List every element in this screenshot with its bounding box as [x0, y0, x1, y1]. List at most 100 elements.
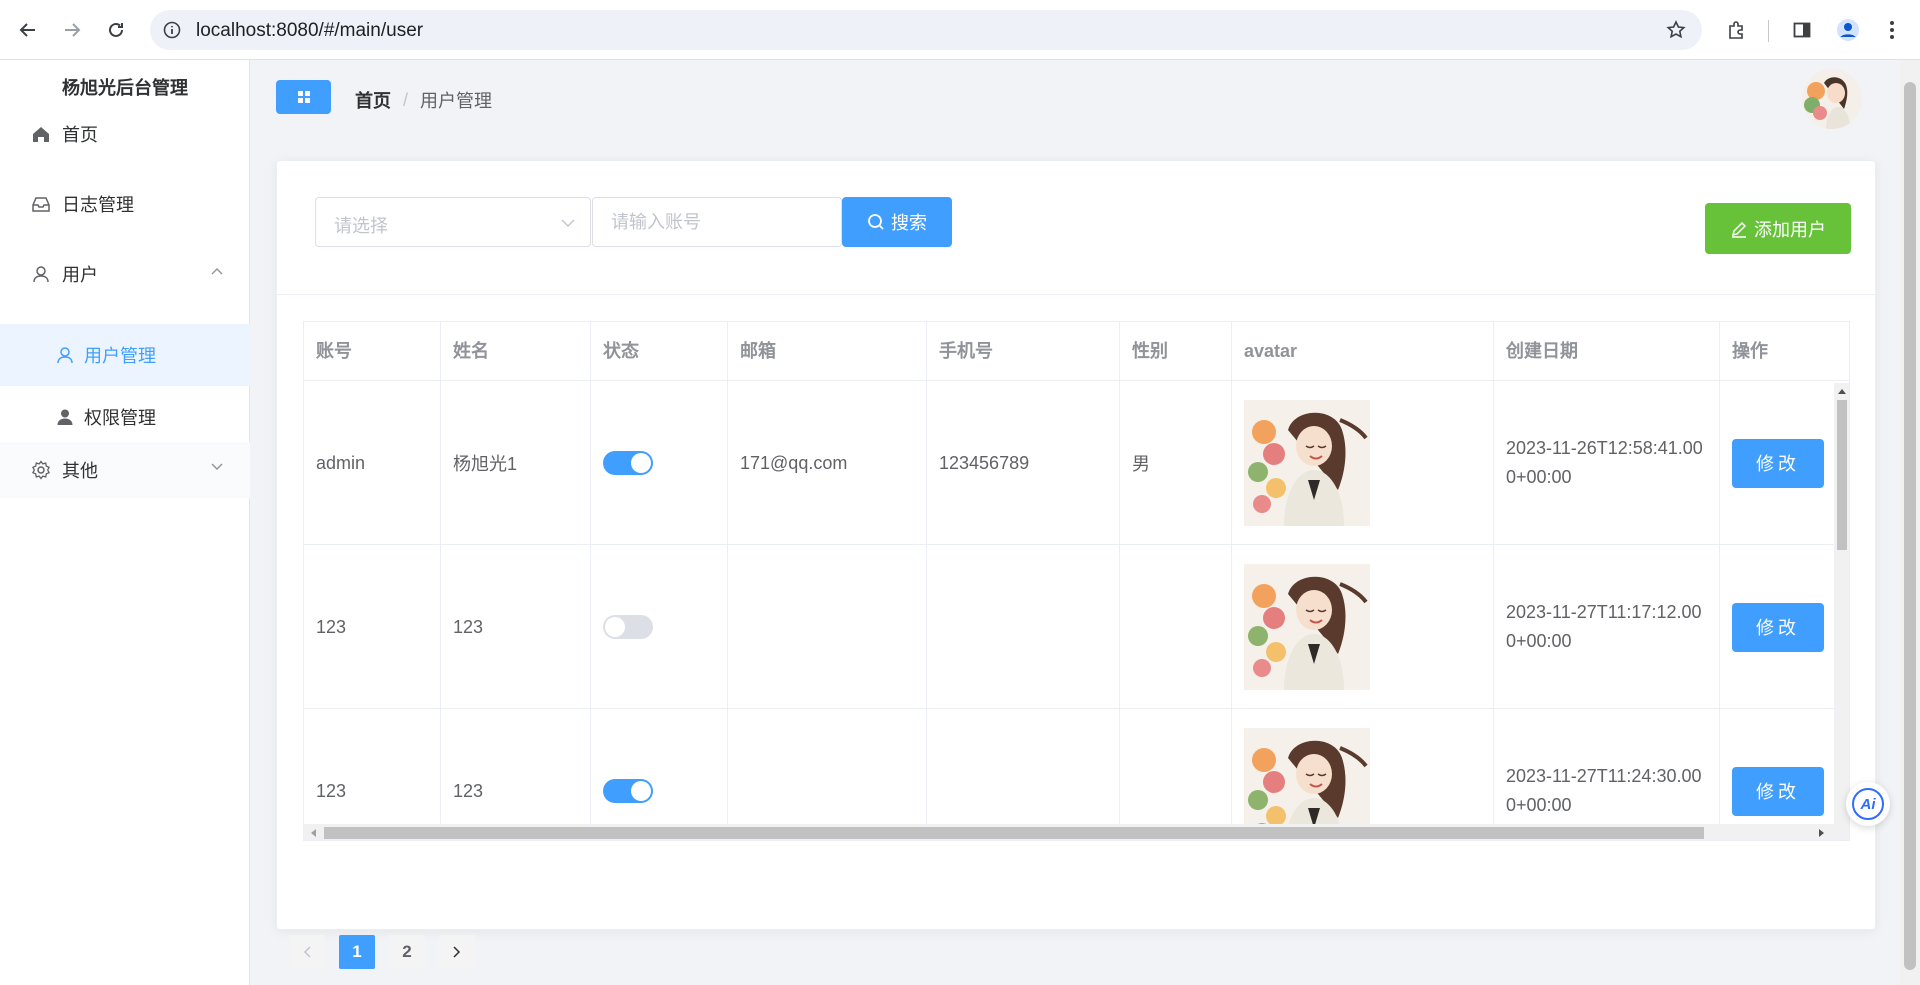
user-icon — [30, 263, 52, 285]
column-header-actions[interactable]: 操作 — [1720, 322, 1849, 381]
status-toggle[interactable] — [603, 779, 653, 803]
page-number-button[interactable]: 2 — [389, 935, 425, 969]
scrollbar-thumb[interactable] — [324, 827, 1704, 839]
column-header-avatar[interactable]: avatar — [1232, 322, 1494, 381]
cell-created: 2023-11-27T11:17:12.000+00:00 — [1494, 545, 1720, 709]
breadcrumb-home[interactable]: 首页 — [355, 87, 391, 113]
gear-icon — [30, 459, 52, 481]
sidebar-item-permissions[interactable]: 权限管理 — [0, 386, 250, 448]
edit-button[interactable]: 修改 — [1732, 438, 1824, 488]
prev-page-button[interactable] — [289, 935, 325, 969]
table-horizontal-scrollbar[interactable] — [304, 824, 1849, 840]
column-header-phone[interactable]: 手机号 — [927, 322, 1120, 381]
profile-icon[interactable] — [1832, 14, 1864, 46]
breadcrumb: 首页 / 用户管理 — [355, 87, 492, 113]
url-text[interactable]: localhost:8080/#/main/user — [196, 20, 423, 42]
ai-assistant-button[interactable]: Ai — [1846, 782, 1890, 826]
user-filled-icon — [54, 406, 76, 428]
add-user-button[interactable]: 添加用户 — [1705, 203, 1851, 254]
next-page-button[interactable] — [439, 935, 475, 969]
cell-status — [591, 381, 728, 545]
user-table: 账号 姓名 状态 邮箱 手机号 性别 avatar 创建日期 操作 admin … — [303, 321, 1850, 841]
sidebar-item-home[interactable]: 首页 — [0, 106, 250, 162]
cell-avatar — [1232, 709, 1494, 840]
filter-select[interactable]: 请选择 — [315, 197, 591, 247]
sidebar-item-label: 首页 — [62, 125, 98, 145]
sidebar-item-logs[interactable]: 日志管理 — [0, 176, 250, 232]
table-vertical-scrollbar[interactable] — [1834, 383, 1849, 840]
sidebar-item-other[interactable]: 其他 — [0, 442, 250, 498]
bookmark-star-icon[interactable] — [1664, 18, 1688, 42]
address-bar[interactable]: localhost:8080/#/main/user — [150, 10, 1702, 50]
cell-status — [591, 545, 728, 709]
sidebar-item-user-management[interactable]: 用户管理 — [0, 324, 250, 386]
back-button[interactable] — [10, 12, 46, 48]
cell-account: 123 — [304, 545, 441, 709]
table-row: 123 123 — [304, 709, 1849, 840]
cell-phone: 123456789 — [927, 381, 1120, 545]
column-header-status[interactable]: 状态 — [591, 322, 728, 381]
back-arrow-icon — [19, 23, 35, 37]
sidebar-item-label: 其他 — [62, 461, 98, 481]
column-header-gender[interactable]: 性别 — [1120, 322, 1232, 381]
side-panel-icon[interactable] — [1786, 14, 1818, 46]
cell-name: 123 — [441, 709, 591, 840]
edit-button[interactable]: 修改 — [1732, 766, 1824, 816]
toggle-knob — [631, 453, 651, 473]
cell-phone — [927, 545, 1120, 709]
table-header: 账号 姓名 状态 邮箱 手机号 性别 avatar 创建日期 操作 — [304, 322, 1849, 381]
add-user-button-label: 添加用户 — [1754, 219, 1826, 240]
status-toggle[interactable] — [603, 451, 653, 475]
chevron-left-icon — [303, 946, 311, 958]
cell-created: 2023-11-26T12:58:41.000+00:00 — [1494, 381, 1720, 545]
scroll-right-arrow-icon[interactable] — [1816, 828, 1826, 838]
page-scrollbar-thumb[interactable] — [1904, 82, 1916, 970]
user-table-card: 请选择 搜索 添加用户 账号 姓名 状态 邮箱 手机号 性别 avatar 创建… — [276, 160, 1876, 930]
scroll-up-arrow-icon[interactable] — [1837, 386, 1847, 396]
toggle-knob — [605, 617, 625, 637]
extensions-icon[interactable] — [1720, 14, 1752, 46]
search-button-label: 搜索 — [891, 213, 927, 233]
toggle-knob — [631, 781, 651, 801]
cell-gender — [1120, 709, 1232, 840]
reload-button[interactable] — [98, 12, 134, 48]
scroll-left-arrow-icon[interactable] — [308, 828, 318, 838]
table-row: 123 123 — [304, 545, 1849, 709]
sidebar: 杨旭光后台管理 首页 日志管理 用户 用户管理 权限管理 其他 — [0, 60, 250, 985]
chevron-down-icon — [210, 460, 224, 474]
cell-actions: 修改 — [1720, 709, 1849, 840]
column-header-email[interactable]: 邮箱 — [728, 322, 927, 381]
cell-account: admin — [304, 381, 441, 545]
search-button[interactable]: 搜索 — [842, 197, 952, 247]
page-number-button[interactable]: 1 — [339, 935, 375, 969]
cell-gender: 男 — [1120, 381, 1232, 545]
site-info-icon[interactable] — [160, 18, 184, 42]
avatar-image — [1244, 400, 1370, 526]
browser-toolbar: localhost:8080/#/main/user — [0, 0, 1920, 60]
account-search-input[interactable] — [592, 197, 842, 247]
page-vertical-scrollbar[interactable] — [1900, 60, 1920, 985]
cell-email — [728, 709, 927, 840]
select-placeholder: 请选择 — [334, 216, 388, 236]
pagination: 1 2 — [289, 935, 489, 969]
grid-icon — [297, 91, 310, 103]
column-header-created[interactable]: 创建日期 — [1494, 322, 1720, 381]
column-header-account[interactable]: 账号 — [304, 322, 441, 381]
collapse-menu-button[interactable] — [276, 80, 331, 114]
cell-created: 2023-11-27T11:24:30.000+00:00 — [1494, 709, 1720, 840]
cell-status — [591, 709, 728, 840]
ai-badge-label: Ai — [1852, 788, 1884, 820]
status-toggle[interactable] — [603, 615, 653, 639]
search-icon — [867, 213, 885, 231]
edit-button[interactable]: 修改 — [1732, 602, 1824, 652]
column-header-name[interactable]: 姓名 — [441, 322, 591, 381]
browser-menu-icon[interactable] — [1876, 14, 1908, 46]
scrollbar-thumb[interactable] — [1837, 400, 1847, 550]
header-avatar[interactable] — [1802, 69, 1862, 129]
sidebar-item-user[interactable]: 用户 — [0, 246, 250, 302]
breadcrumb-separator: / — [403, 89, 409, 110]
forward-button[interactable] — [54, 12, 90, 48]
cell-name: 123 — [441, 545, 591, 709]
cell-email — [728, 545, 927, 709]
user-icon — [54, 344, 76, 366]
